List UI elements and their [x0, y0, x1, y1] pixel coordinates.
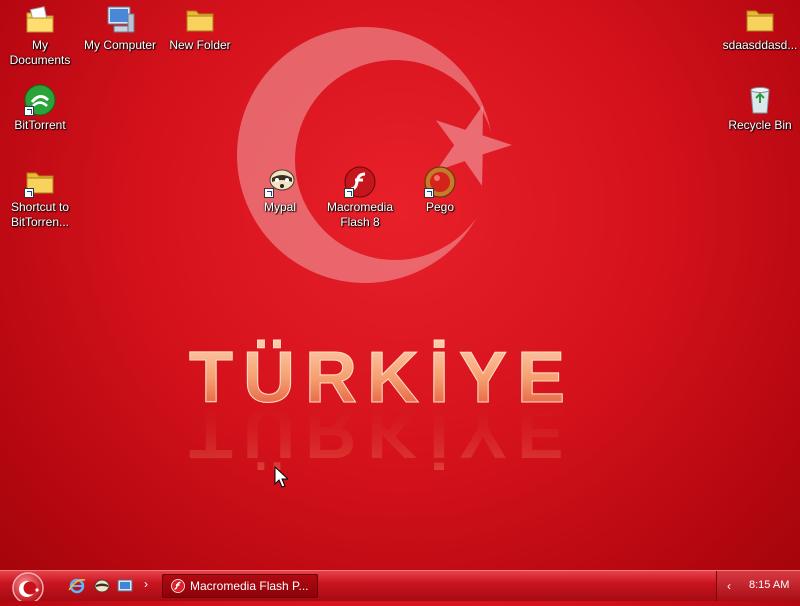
taskbar: › Macromedia Flash P... ‹ 8:15 AM — [0, 570, 800, 604]
icon-label: sdaasddasd... — [722, 38, 798, 52]
icon-label: Mypal — [263, 200, 296, 214]
tray-expand-chevron[interactable]: ‹ — [727, 579, 731, 593]
start-button[interactable] — [8, 571, 48, 604]
shortcut-arrow-icon — [24, 188, 34, 198]
icon-label: Shortcut to BitTorren... — [10, 200, 70, 229]
desktop-icon-mypal[interactable]: Mypal — [240, 166, 320, 215]
bittorrent-icon — [24, 84, 56, 116]
flash-icon — [171, 579, 185, 593]
mypal-icon[interactable] — [92, 577, 110, 595]
my-computer-icon — [104, 4, 136, 36]
my-documents-icon — [24, 4, 56, 36]
desktop-icon-shortcut-to-bittorrent[interactable]: Shortcut to BitTorren... — [0, 166, 80, 230]
icon-label: My Computer — [83, 38, 157, 52]
desktop-icon-pego[interactable]: Pego — [400, 166, 480, 215]
desktop-icon-my-computer[interactable]: My Computer — [80, 4, 160, 53]
show-desktop-icon[interactable] — [116, 577, 134, 595]
desktop-icon-new-folder[interactable]: New Folder — [160, 4, 240, 53]
crescent-shape — [237, 27, 493, 283]
clock[interactable]: 8:15 AM — [749, 579, 789, 591]
icon-label: Macromedia Flash 8 — [326, 200, 394, 229]
icon-label: My Documents — [9, 38, 71, 67]
mouse-cursor-icon — [274, 466, 288, 488]
recycle-bin-icon — [744, 84, 776, 116]
flash-icon — [344, 166, 376, 198]
crescent-start-icon — [12, 572, 44, 604]
task-button-label: Macromedia Flash P... — [190, 579, 309, 593]
internet-explorer-icon[interactable] — [68, 577, 86, 595]
desktop-icon-macromedia-flash-8[interactable]: Macromedia Flash 8 — [320, 166, 400, 230]
wallpaper-word-reflection: TÜRKİYE — [189, 392, 575, 472]
desktop-icon-recycle-bin[interactable]: Recycle Bin — [720, 84, 800, 133]
folder-icon — [24, 166, 56, 198]
shortcut-arrow-icon — [424, 188, 434, 198]
pego-icon — [424, 166, 456, 198]
desktop[interactable]: TÜRKİYE TÜRKİYE My Documents My Computer — [0, 0, 800, 570]
shortcut-arrow-icon — [344, 188, 354, 198]
quick-launch-chevron[interactable]: › — [144, 577, 148, 591]
shortcut-arrow-icon — [264, 188, 274, 198]
folder-icon — [744, 4, 776, 36]
desktop-icon-bittorrent[interactable]: BitTorrent — [0, 84, 80, 133]
folder-icon — [184, 4, 216, 36]
icon-label: Recycle Bin — [728, 118, 792, 132]
mypal-raccoon-icon — [264, 166, 296, 198]
taskbar-button-macromedia-flash[interactable]: Macromedia Flash P... — [162, 574, 318, 598]
system-tray: ‹ 8:15 AM — [716, 571, 800, 601]
wallpaper-word: TÜRKİYE — [189, 338, 575, 418]
icon-label: BitTorrent — [14, 118, 66, 132]
icon-label: New Folder — [169, 38, 231, 52]
desktop-icon-sdaasddasd[interactable]: sdaasddasd... — [720, 4, 800, 53]
icon-label: Pego — [425, 200, 455, 214]
desktop-icon-my-documents[interactable]: My Documents — [0, 4, 80, 68]
shortcut-arrow-icon — [24, 106, 34, 116]
wallpaper: TÜRKİYE TÜRKİYE — [188, 27, 575, 472]
quick-launch-bar — [68, 577, 134, 595]
